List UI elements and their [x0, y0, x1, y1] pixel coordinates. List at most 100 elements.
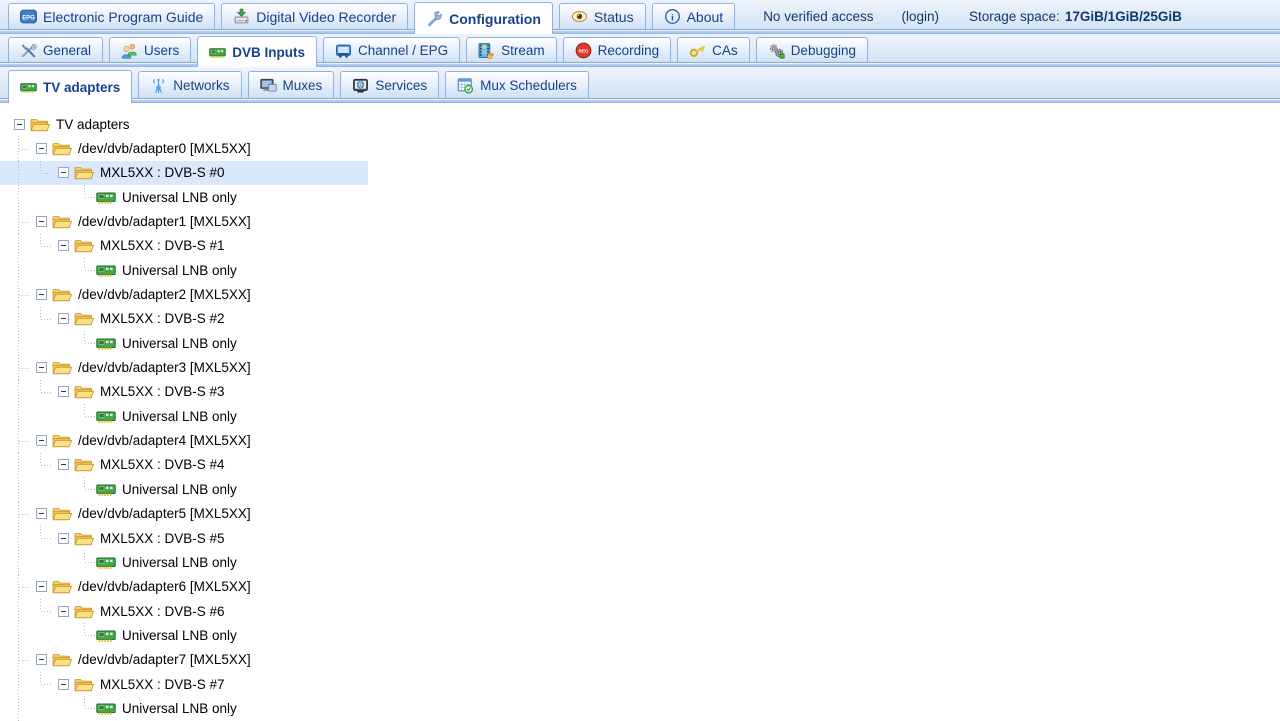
folder-icon — [52, 213, 72, 230]
tree-node-label[interactable]: /dev/dvb/adapter7 [MXL5XX] — [75, 651, 254, 668]
main-tabbar: EPG Electronic Program Guide Digital Video… — [0, 0, 1280, 34]
tree-guide-cell — [8, 453, 30, 477]
tab-muxes[interactable]: Muxes — [248, 71, 335, 98]
tab-about[interactable]: iAbout — [652, 3, 736, 29]
tree-node-label[interactable]: Universal LNB only — [119, 481, 240, 498]
tab-cas[interactable]: CAs — [677, 37, 750, 62]
tree-node-lnb7: Universal LNB only — [0, 696, 1280, 720]
tree-guide-cell — [8, 380, 30, 404]
tree-node-label[interactable]: Universal LNB only — [119, 335, 240, 352]
tree-node-frontend5: MXL5XX : DVB-S #5 — [0, 526, 1280, 550]
tree-node-label[interactable]: /dev/dvb/adapter4 [MXL5XX] — [75, 432, 254, 449]
collapse-minus-icon[interactable] — [36, 216, 47, 227]
gears-icon — [768, 42, 785, 59]
tab-general[interactable]: General — [8, 37, 103, 62]
collapse-minus-icon[interactable] — [58, 386, 69, 397]
tree-guide-cell — [74, 696, 96, 720]
tree-node-frontend3: MXL5XX : DVB-S #3 — [0, 380, 1280, 404]
tree-node-label[interactable]: Universal LNB only — [119, 408, 240, 425]
tab-channel-epg[interactable]: Channel / EPG — [323, 37, 460, 62]
collapse-minus-icon[interactable] — [36, 435, 47, 446]
tv-icon — [335, 42, 352, 59]
tab-networks[interactable]: Networks — [138, 71, 241, 98]
storage-space-label: Storage space: — [969, 9, 1060, 24]
tree-expander-cell — [30, 648, 52, 672]
users-icon — [121, 42, 138, 59]
collapse-minus-icon[interactable] — [36, 289, 47, 300]
login-link[interactable]: (login) — [901, 9, 939, 24]
tree-node-label[interactable]: MXL5XX : DVB-S #1 — [97, 237, 228, 254]
collapse-minus-icon[interactable] — [36, 362, 47, 373]
tab-label: Networks — [173, 78, 229, 93]
tree-node-label[interactable]: /dev/dvb/adapter0 [MXL5XX] — [75, 140, 254, 157]
tree-node-label[interactable]: MXL5XX : DVB-S #3 — [97, 383, 228, 400]
folder-icon — [74, 164, 94, 181]
tree-node-label[interactable]: MXL5XX : DVB-S #5 — [97, 530, 228, 547]
tree-node-label[interactable]: MXL5XX : DVB-S #2 — [97, 310, 228, 327]
tab-tv-adapters[interactable]: TV adapters — [8, 70, 132, 103]
tree-node-label[interactable]: MXL5XX : DVB-S #4 — [97, 456, 228, 473]
collapse-minus-icon[interactable] — [36, 508, 47, 519]
tab-dvb-inputs[interactable]: DVB Inputs — [197, 36, 317, 67]
access-status-text: No verified access — [763, 9, 873, 24]
tab-label: Electronic Program Guide — [43, 9, 203, 25]
tree-node-label[interactable]: MXL5XX : DVB-S #0 — [97, 164, 228, 181]
pci-card-icon — [96, 700, 116, 717]
tree-node-lnb1: Universal LNB only — [0, 258, 1280, 282]
collapse-minus-icon[interactable] — [58, 313, 69, 324]
collapse-minus-icon[interactable] — [36, 581, 47, 592]
tab-label: Recording — [598, 43, 660, 58]
tree-guide-cell — [74, 550, 96, 574]
tab-electronic-program-guide[interactable]: EPG Electronic Program Guide — [8, 3, 215, 29]
tree-node-tv-adapters: TV adapters — [0, 112, 1280, 136]
tree-node-lnb4: Universal LNB only — [0, 477, 1280, 501]
tree-node-label[interactable]: /dev/dvb/adapter6 [MXL5XX] — [75, 578, 254, 595]
tab-services[interactable]: Services — [340, 71, 439, 98]
tree-guide-cell — [8, 404, 30, 428]
tree-guide-cell — [8, 258, 30, 282]
collapse-minus-icon[interactable] — [58, 459, 69, 470]
tree-expander-cell — [52, 161, 74, 185]
tree-node-label[interactable]: MXL5XX : DVB-S #7 — [97, 676, 228, 693]
tree-node-label[interactable]: /dev/dvb/adapter2 [MXL5XX] — [75, 286, 254, 303]
tree-node-label[interactable]: Universal LNB only — [119, 262, 240, 279]
tab-mux-schedulers[interactable]: Mux Schedulers — [445, 71, 589, 98]
tab-users[interactable]: Users — [109, 37, 191, 62]
tab-stream[interactable]: Stream — [466, 37, 557, 62]
tab-configuration[interactable]: Configuration — [414, 2, 553, 34]
tree-guide-cell — [8, 648, 30, 672]
collapse-minus-icon[interactable] — [36, 654, 47, 665]
collapse-minus-icon[interactable] — [58, 606, 69, 617]
collapse-minus-icon[interactable] — [14, 119, 25, 130]
tree-node-frontend7: MXL5XX : DVB-S #7 — [0, 672, 1280, 696]
tree-node-label[interactable]: Universal LNB only — [119, 700, 240, 717]
tree-guide-cell — [30, 161, 52, 185]
tree-guide-cell — [52, 623, 74, 647]
wrench-icon — [426, 10, 443, 27]
collapse-minus-icon[interactable] — [36, 143, 47, 154]
tree-node-adapter4: /dev/dvb/adapter4 [MXL5XX] — [0, 428, 1280, 452]
tree-expander-cell — [52, 234, 74, 258]
tab-digital-video-recorder[interactable]: Digital Video Recorder — [221, 3, 408, 29]
tree-node-label[interactable]: /dev/dvb/adapter3 [MXL5XX] — [75, 359, 254, 376]
tree-node-label[interactable]: Universal LNB only — [119, 627, 240, 644]
tree-guide-cell — [30, 453, 52, 477]
collapse-minus-icon[interactable] — [58, 533, 69, 544]
tree-node-label[interactable]: TV adapters — [53, 116, 133, 133]
tree-node-label[interactable]: MXL5XX : DVB-S #6 — [97, 603, 228, 620]
collapse-minus-icon[interactable] — [58, 679, 69, 690]
tree-node-label[interactable]: /dev/dvb/adapter1 [MXL5XX] — [75, 213, 254, 230]
tree-guide-cell — [30, 258, 52, 282]
epg-icon: EPG — [20, 8, 37, 25]
tree-expander-cell — [30, 209, 52, 233]
tab-label: DVB Inputs — [232, 45, 305, 60]
folder-icon — [74, 383, 94, 400]
tree-node-label[interactable]: Universal LNB only — [119, 189, 240, 206]
tree-node-label[interactable]: /dev/dvb/adapter5 [MXL5XX] — [75, 505, 254, 522]
tab-recording[interactable]: RECRecording — [563, 37, 672, 62]
tree-node-label[interactable]: Universal LNB only — [119, 554, 240, 571]
collapse-minus-icon[interactable] — [58, 240, 69, 251]
tab-debugging[interactable]: Debugging — [756, 37, 868, 62]
collapse-minus-icon[interactable] — [58, 167, 69, 178]
tab-status[interactable]: Status — [559, 3, 646, 29]
